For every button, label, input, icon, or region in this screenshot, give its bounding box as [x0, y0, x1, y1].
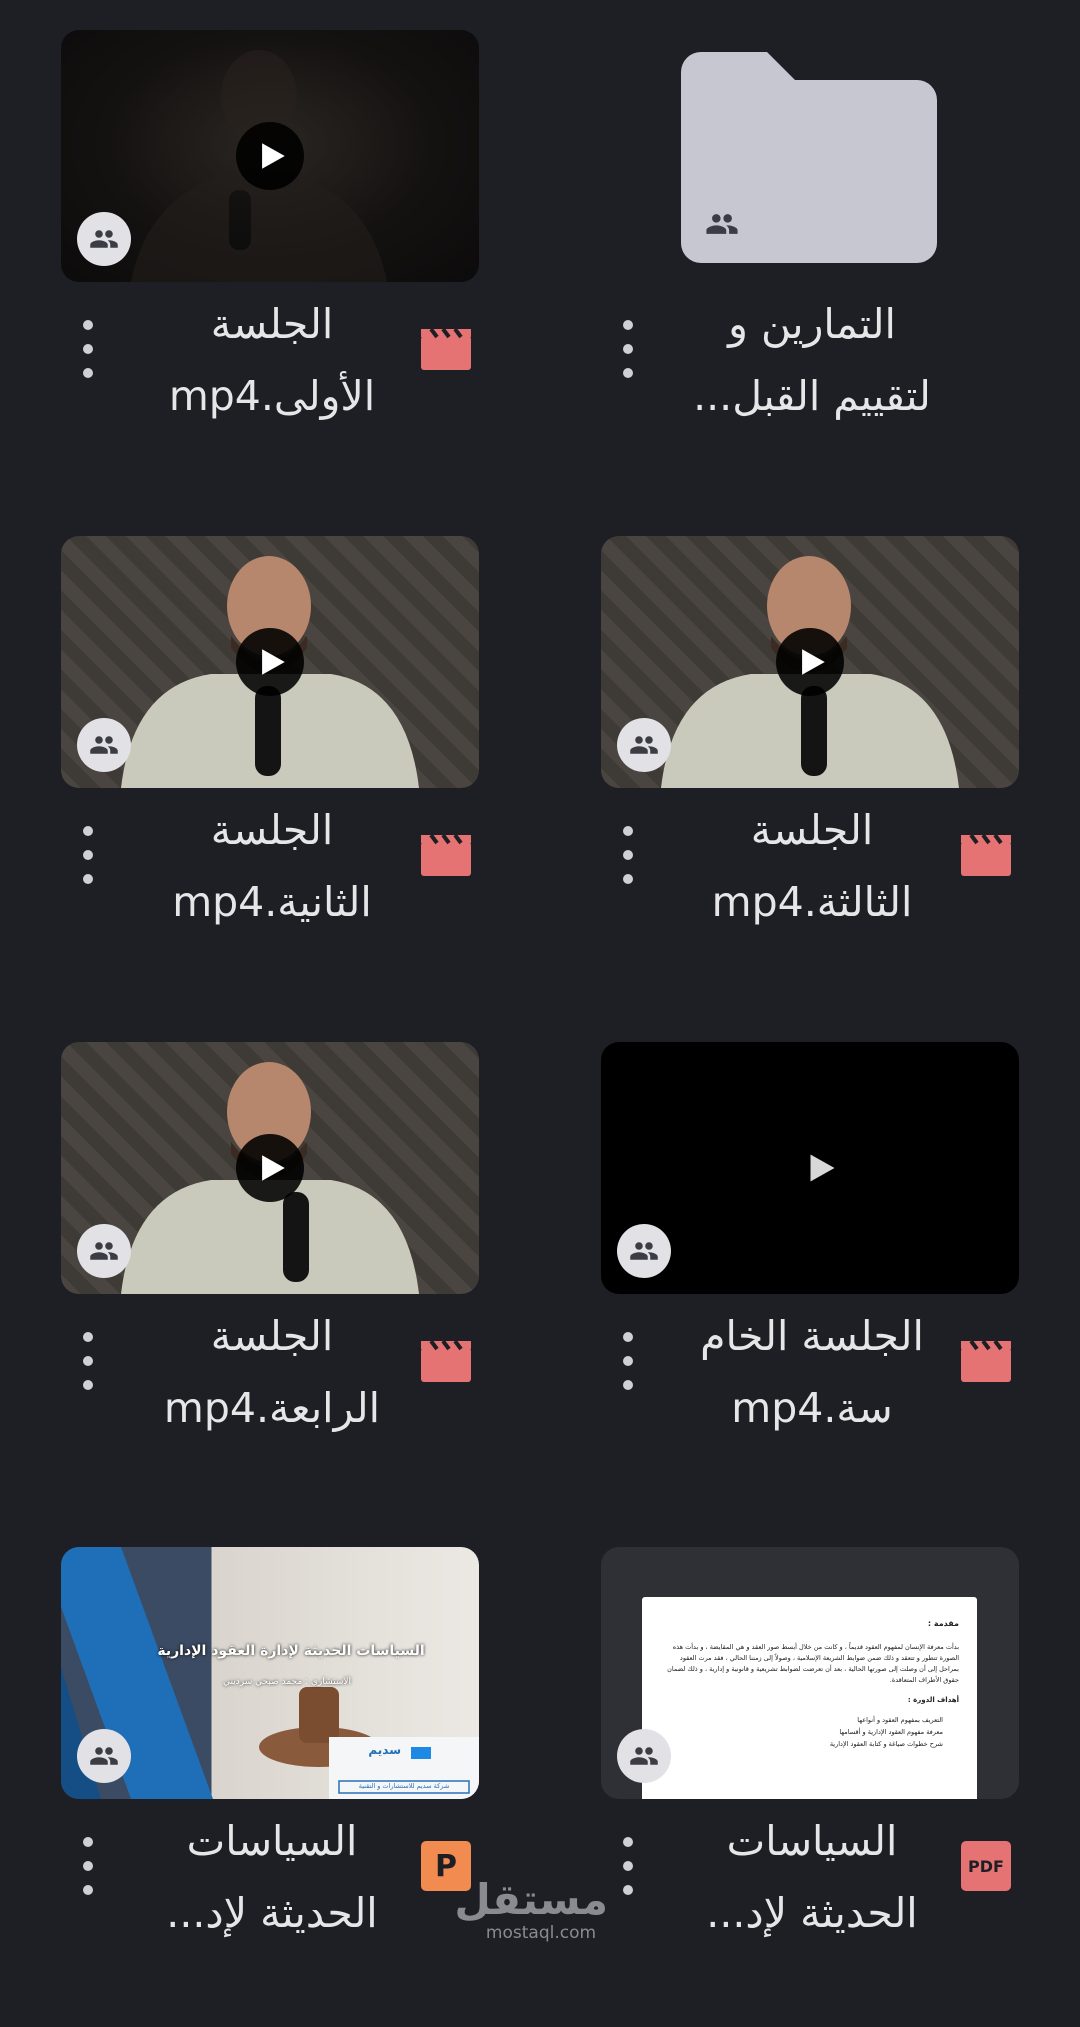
video-file-icon	[959, 832, 1013, 878]
slide-subtitle: الاستشاري : محمد صبحي سرديني	[223, 1677, 351, 1687]
more-options-button[interactable]	[613, 1837, 643, 1895]
file-card-video[interactable]: الجلسة الثانية.mp4	[61, 536, 481, 1016]
shared-people-icon	[617, 1224, 671, 1278]
file-name: الجلسة الخام سة.mp4	[700, 1312, 924, 1432]
shared-people-icon	[617, 1729, 671, 1783]
more-options-button[interactable]	[73, 1837, 103, 1895]
play-icon	[236, 1134, 304, 1202]
file-card-video[interactable]: الجلسة الخام سة.mp4	[601, 1042, 1021, 1522]
pdf-page-preview: مقدمة : بدأت معرفة الإنسان لمفهوم العقود…	[642, 1597, 977, 1799]
video-file-icon	[419, 326, 473, 372]
slide-logo-tagline: شركة سديم للاستشارات و التقنية	[358, 1782, 450, 1790]
file-card-video[interactable]: الجلسة الرابعة.mp4	[61, 1042, 481, 1522]
shared-people-icon	[77, 718, 131, 772]
play-icon	[236, 122, 304, 190]
shared-people-icon	[617, 718, 671, 772]
file-card-slides[interactable]: السياسات الحديثة لإدارة العقود الإدارية …	[61, 1547, 481, 2027]
video-file-icon	[959, 1338, 1013, 1384]
watermark: مستقل mostaql.com	[454, 1875, 608, 1944]
video-thumbnail[interactable]	[61, 30, 479, 282]
folder-icon	[681, 52, 937, 263]
more-options-button[interactable]	[613, 320, 643, 378]
video-thumbnail[interactable]	[61, 536, 479, 788]
shared-people-icon	[77, 212, 131, 266]
more-options-button[interactable]	[73, 320, 103, 378]
file-card-folder[interactable]: التمارين و لتقييم القبل...	[601, 30, 1021, 510]
folder-thumbnail[interactable]	[601, 30, 1019, 282]
file-card-video[interactable]: الجلسة الأولى.mp4	[61, 30, 481, 510]
play-icon	[236, 628, 304, 696]
more-options-button[interactable]	[613, 826, 643, 884]
video-thumbnail[interactable]	[61, 1042, 479, 1294]
video-file-icon	[419, 832, 473, 878]
video-thumbnail[interactable]	[601, 1042, 1019, 1294]
file-card-pdf[interactable]: مقدمة : بدأت معرفة الإنسان لمفهوم العقود…	[601, 1547, 1021, 2027]
video-thumbnail[interactable]	[601, 536, 1019, 788]
file-name: الجلسة الثالثة.mp4	[711, 806, 913, 926]
play-icon	[810, 1154, 835, 1182]
file-name: السياسات الحديثة لإد...	[706, 1817, 918, 1937]
more-options-button[interactable]	[73, 1332, 103, 1390]
file-card-video[interactable]: الجلسة الثالثة.mp4	[601, 536, 1021, 1016]
shared-people-icon	[77, 1729, 131, 1783]
file-name: الجلسة الثانية.mp4	[172, 806, 372, 926]
slides-thumbnail[interactable]: السياسات الحديثة لإدارة العقود الإدارية …	[61, 1547, 479, 1799]
slide-logo-name: سديم	[368, 1743, 401, 1757]
file-name: التمارين و لتقييم القبل...	[693, 300, 931, 420]
more-options-button[interactable]	[73, 826, 103, 884]
more-options-button[interactable]	[613, 1332, 643, 1390]
pdf-thumbnail[interactable]: مقدمة : بدأت معرفة الإنسان لمفهوم العقود…	[601, 1547, 1019, 1799]
file-name: الجلسة الأولى.mp4	[168, 300, 376, 420]
shared-people-icon	[706, 214, 738, 234]
file-name: السياسات الحديثة لإد...	[166, 1817, 378, 1937]
video-file-icon	[419, 1338, 473, 1384]
slide-title: السياسات الحديثة لإدارة العقود الإدارية	[157, 1643, 425, 1659]
play-icon	[776, 628, 844, 696]
pdf-file-icon: PDF	[959, 1841, 1013, 1891]
shared-people-icon	[77, 1224, 131, 1278]
file-name: الجلسة الرابعة.mp4	[163, 1312, 381, 1432]
